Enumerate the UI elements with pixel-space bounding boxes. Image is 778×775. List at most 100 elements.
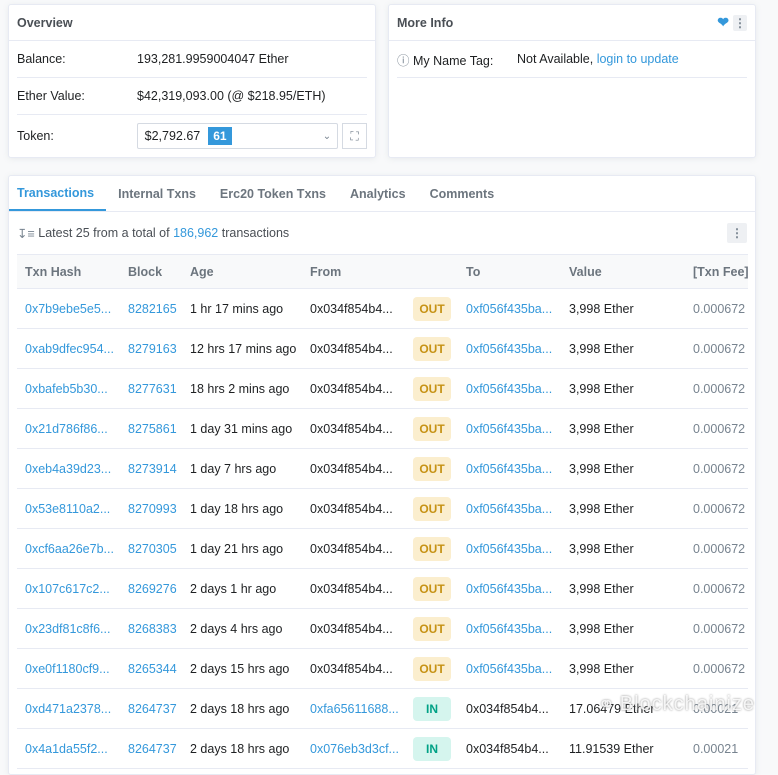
- from-address: 0x034f854b4...: [310, 661, 393, 676]
- age: 1 day 7 hrs ago: [190, 461, 277, 476]
- table-row: 0x53e8110a2... 8270993 1 day 18 hrs ago 0x0…: [17, 488, 748, 529]
- block-link[interactable]: 8270305: [128, 542, 177, 556]
- column-header: [405, 254, 458, 289]
- overview-title: Overview: [9, 5, 375, 41]
- to-address[interactable]: 0xf056f435ba...: [466, 502, 552, 516]
- more-info-title: More Info: [397, 15, 454, 30]
- login-link[interactable]: login to update: [597, 52, 679, 66]
- table-row: 0xcf6aa26e7b... 8270305 1 day 21 hrs ago 0x…: [17, 528, 748, 569]
- direction-badge: OUT: [413, 577, 451, 601]
- block-link[interactable]: 8265344: [128, 662, 177, 676]
- tab-erc20-token-txns[interactable]: Erc20 Token Txns: [208, 176, 338, 211]
- summary-prefix: Latest 25 from a total of: [38, 226, 170, 240]
- tab-transactions[interactable]: Transactions: [9, 176, 107, 211]
- value: 3,998 Ether: [569, 301, 634, 316]
- token-dropdown[interactable]: $2,792.67 61 ⌄: [136, 123, 339, 149]
- age: 2 days 1 hr ago: [190, 581, 277, 596]
- block-link[interactable]: 8277631: [128, 382, 177, 396]
- value: 3,998 Ether: [569, 341, 634, 356]
- balance-label: Balance:: [17, 52, 66, 66]
- expand-button[interactable]: ⛶: [342, 123, 368, 149]
- block-link[interactable]: 8270993: [128, 502, 177, 516]
- name-tag-value: Not Available,: [517, 52, 594, 66]
- to-address[interactable]: 0xf056f435ba...: [466, 662, 552, 676]
- to-address[interactable]: 0xf056f435ba...: [466, 422, 552, 436]
- tab-bar: Transactions Internal Txns Erc20 Token T…: [9, 176, 755, 212]
- block-link[interactable]: 8264737: [128, 742, 177, 756]
- from-address: 0x034f854b4...: [310, 541, 393, 556]
- fullscreen-icon: ⛶: [350, 128, 359, 143]
- to-address[interactable]: 0xf056f435ba...: [466, 542, 552, 556]
- table-row: 0x21d786f86... 8275861 1 day 31 mins ago 0x…: [17, 408, 748, 449]
- age: 12 hrs 17 mins ago: [190, 341, 297, 356]
- column-header: Txn Hash: [17, 254, 120, 289]
- txn-hash-link[interactable]: 0xeb4a39d23...: [25, 462, 111, 476]
- watermark: ⚭ Blockchainize: [598, 692, 755, 717]
- txn-hash-link[interactable]: 0xcf6aa26e7b...: [25, 542, 114, 556]
- block-link[interactable]: 8264737: [128, 702, 177, 716]
- block-link[interactable]: 8282165: [128, 302, 177, 316]
- age: 2 days 18 hrs ago: [190, 701, 290, 716]
- to-address[interactable]: 0xf056f435ba...: [466, 582, 552, 596]
- table-row: 0xe0f1180cf9... 8265344 2 days 15 hrs ago 0…: [17, 648, 748, 689]
- age: 18 hrs 2 mins ago: [190, 381, 290, 396]
- txn-hash-link[interactable]: 0xd471a2378...: [25, 702, 111, 716]
- to-address: 0x034f854b4...: [466, 701, 549, 716]
- table-options-icon[interactable]: ⋮: [727, 223, 747, 243]
- from-address: 0x034f854b4...: [310, 461, 393, 476]
- overview-card: Overview Balance: 193,281.9959004047 Ethe…: [8, 4, 376, 158]
- block-link[interactable]: 8268383: [128, 622, 177, 636]
- value: 3,998 Ether: [569, 581, 634, 596]
- to-address[interactable]: 0xf056f435ba...: [466, 302, 552, 316]
- summary: ↧≡ Latest 25 from a total of 186,962 tra…: [9, 212, 755, 254]
- value: 11.91539 Ether: [569, 741, 654, 756]
- txn-hash-link[interactable]: 0xe0f1180cf9...: [25, 662, 110, 676]
- watermark-text: Blockchainize: [619, 693, 756, 715]
- value: 3,998 Ether: [569, 461, 634, 476]
- more-options-icon[interactable]: ⋮: [733, 14, 747, 31]
- txn-hash-link[interactable]: 0x53e8110a2...: [25, 502, 110, 516]
- total-count-link[interactable]: 186,962: [173, 226, 218, 240]
- name-tag-label: My Name Tag:: [413, 53, 494, 68]
- from-address: 0x034f854b4...: [310, 421, 393, 436]
- direction-badge: OUT: [413, 337, 451, 361]
- to-address[interactable]: 0xf056f435ba...: [466, 382, 552, 396]
- txn-hash-link[interactable]: 0x21d786f86...: [25, 422, 108, 436]
- direction-badge: IN: [413, 697, 451, 721]
- heart-icon[interactable]: ❤: [717, 14, 729, 31]
- txn-hash-link[interactable]: 0x4a1da55f2...: [25, 742, 108, 756]
- from-address[interactable]: 0xfa65611688...: [310, 702, 399, 716]
- tab-comments[interactable]: Comments: [418, 176, 507, 211]
- txn-hash-link[interactable]: 0xbafeb5b30...: [25, 382, 108, 396]
- ether-value: $42,319,093.00 (@ $218.95/ETH): [137, 89, 326, 103]
- token-value: $2,792.67: [144, 129, 201, 143]
- block-link[interactable]: 8279163: [128, 342, 177, 356]
- question-icon: ⓘ: [397, 53, 410, 68]
- summary-suffix: transactions: [221, 226, 290, 240]
- value: 3,998 Ether: [569, 421, 634, 436]
- block-link[interactable]: 8273914: [128, 462, 177, 476]
- age: 1 hr 17 mins ago: [190, 301, 284, 316]
- txn-hash-link[interactable]: 0x23df81c8f6...: [25, 622, 110, 636]
- value: 3,998 Ether: [569, 541, 634, 556]
- block-link[interactable]: 8275861: [128, 422, 177, 436]
- direction-badge: OUT: [413, 497, 451, 521]
- age: 1 day 18 hrs ago: [190, 501, 284, 516]
- from-address[interactable]: 0x076eb3d3cf...: [310, 742, 399, 756]
- age: 1 day 31 mins ago: [190, 421, 293, 436]
- table-row: 0x107c617c2... 8269276 2 days 1 hr ago 0x03…: [17, 568, 748, 609]
- txn-fee: 0.000672: [693, 461, 746, 476]
- balance-value: 193,281.9959004047 Ether: [137, 52, 289, 66]
- txn-fee: 0.000672: [693, 381, 746, 396]
- txn-hash-link[interactable]: 0xab9dfec954...: [25, 342, 114, 356]
- column-header: Block: [120, 254, 182, 289]
- block-link[interactable]: 8269276: [128, 582, 177, 596]
- txn-fee: 0.000672: [693, 501, 746, 516]
- to-address[interactable]: 0xf056f435ba...: [466, 462, 552, 476]
- tab-analytics[interactable]: Analytics: [338, 176, 418, 211]
- txn-hash-link[interactable]: 0x7b9ebe5e5...: [25, 302, 111, 316]
- to-address[interactable]: 0xf056f435ba...: [466, 342, 552, 356]
- to-address[interactable]: 0xf056f435ba...: [466, 622, 552, 636]
- tab-internal-txns[interactable]: Internal Txns: [106, 176, 208, 211]
- txn-hash-link[interactable]: 0x107c617c2...: [25, 582, 110, 596]
